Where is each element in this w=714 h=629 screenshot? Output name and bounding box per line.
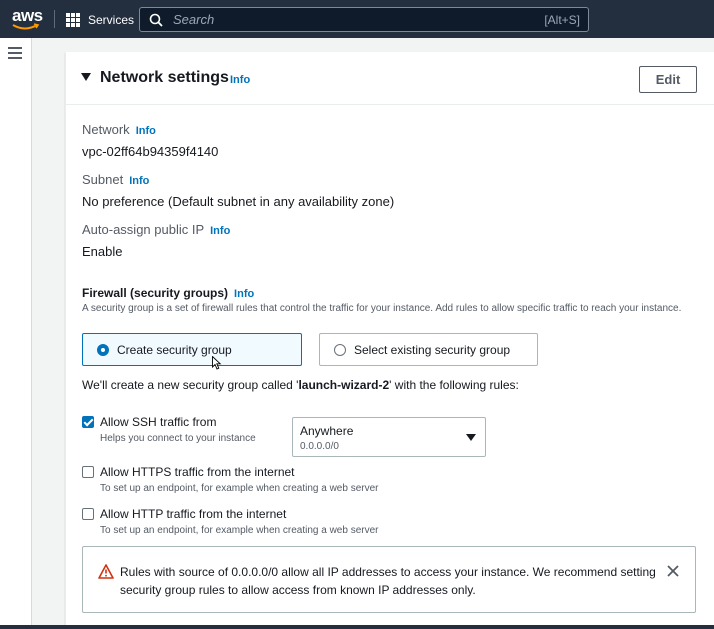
subnet-label-text: Subnet bbox=[82, 172, 124, 187]
network-info-link[interactable]: Info bbox=[136, 125, 156, 137]
network-settings-panel: Network settings Info Edit Network Info v… bbox=[65, 52, 714, 629]
allow-http-checkbox[interactable] bbox=[82, 508, 94, 520]
firewall-description: A security group is a set of firewall ru… bbox=[82, 303, 682, 314]
ssh-source-cidr: 0.0.0.0/0 bbox=[300, 441, 339, 452]
public-ip-label-text: Auto-assign public IP bbox=[82, 222, 205, 237]
network-label: Network Info bbox=[82, 122, 156, 137]
create-security-group-radio[interactable] bbox=[97, 343, 109, 356]
firewall-info-link[interactable]: Info bbox=[234, 288, 254, 300]
panel-title: Network settings bbox=[100, 69, 229, 86]
search-input[interactable] bbox=[173, 12, 513, 27]
firewall-label-text: Firewall (security groups) bbox=[82, 286, 229, 300]
hamburger-menu-icon[interactable] bbox=[8, 47, 22, 59]
public-ip-label: Auto-assign public IP Info bbox=[82, 222, 230, 237]
aws-logo[interactable]: aws bbox=[12, 6, 43, 32]
wizard-group-name: launch-wizard-2 bbox=[298, 378, 390, 392]
firewall-label: Firewall (security groups) Info bbox=[82, 286, 254, 300]
search-bar[interactable]: [Alt+S] bbox=[139, 7, 589, 32]
open-access-warning-alert: Rules with source of 0.0.0.0/0 allow all… bbox=[82, 546, 696, 613]
select-existing-security-group-radio[interactable] bbox=[334, 343, 346, 356]
side-navigation-rail bbox=[0, 38, 32, 629]
warning-alert-text: Rules with source of 0.0.0.0/0 allow all… bbox=[120, 565, 656, 597]
ssh-source-select[interactable]: Anywhere 0.0.0.0/0 bbox=[292, 417, 486, 457]
select-existing-security-group-option[interactable]: Select existing security group bbox=[319, 333, 538, 366]
wizard-message-prefix: We'll create a new security group called… bbox=[82, 378, 299, 392]
allow-ssh-checkbox[interactable] bbox=[82, 416, 94, 428]
subnet-info-link[interactable]: Info bbox=[129, 175, 149, 187]
allow-ssh-label: Allow SSH traffic from bbox=[100, 415, 217, 429]
subnet-value: No preference (Default subnet in any ava… bbox=[82, 194, 395, 209]
network-value: vpc-02ff64b94359f4140 bbox=[82, 144, 219, 159]
close-icon[interactable] bbox=[666, 564, 680, 578]
edit-button[interactable]: Edit bbox=[639, 66, 697, 93]
panel-header: Network settings Info Edit bbox=[66, 52, 714, 105]
panel-info-link[interactable]: Info bbox=[230, 74, 250, 86]
select-existing-security-group-label: Select existing security group bbox=[354, 342, 511, 357]
subnet-label: Subnet Info bbox=[82, 172, 149, 187]
ssh-source-value: Anywhere bbox=[300, 424, 354, 438]
services-label: Services bbox=[88, 13, 135, 27]
allow-http-label: Allow HTTP traffic from the internet bbox=[100, 507, 287, 521]
mouse-cursor-icon bbox=[212, 356, 222, 370]
public-ip-info-link[interactable]: Info bbox=[210, 225, 230, 237]
security-group-wizard-message: We'll create a new security group called… bbox=[82, 378, 519, 392]
collapse-caret-icon[interactable] bbox=[81, 73, 91, 81]
allow-https-checkbox[interactable] bbox=[82, 466, 94, 478]
public-ip-value: Enable bbox=[82, 244, 123, 259]
search-icon bbox=[149, 13, 163, 27]
services-menu-button[interactable]: Services bbox=[66, 10, 134, 30]
wizard-message-suffix: ' with the following rules: bbox=[389, 378, 519, 392]
warning-icon bbox=[98, 564, 114, 579]
search-shortcut-hint: [Alt+S] bbox=[544, 12, 580, 27]
main-content: Network settings Info Edit Network Info v… bbox=[33, 38, 714, 629]
top-navigation-bar: aws Services [Alt+S] bbox=[0, 0, 714, 38]
create-security-group-option[interactable]: Create security group bbox=[82, 333, 302, 366]
services-grid-icon bbox=[66, 13, 80, 27]
allow-https-description: To set up an endpoint, for example when … bbox=[100, 483, 379, 494]
create-security-group-label: Create security group bbox=[117, 342, 232, 357]
aws-smile-icon bbox=[12, 23, 40, 30]
allow-https-label: Allow HTTPS traffic from the internet bbox=[100, 465, 295, 479]
allow-ssh-description: Helps you connect to your instance bbox=[100, 433, 256, 444]
nav-divider bbox=[54, 10, 55, 28]
allow-http-description: To set up an endpoint, for example when … bbox=[100, 525, 379, 536]
network-label-text: Network bbox=[82, 122, 130, 137]
dropdown-arrow-icon bbox=[466, 434, 476, 441]
bottom-bar bbox=[0, 625, 714, 629]
